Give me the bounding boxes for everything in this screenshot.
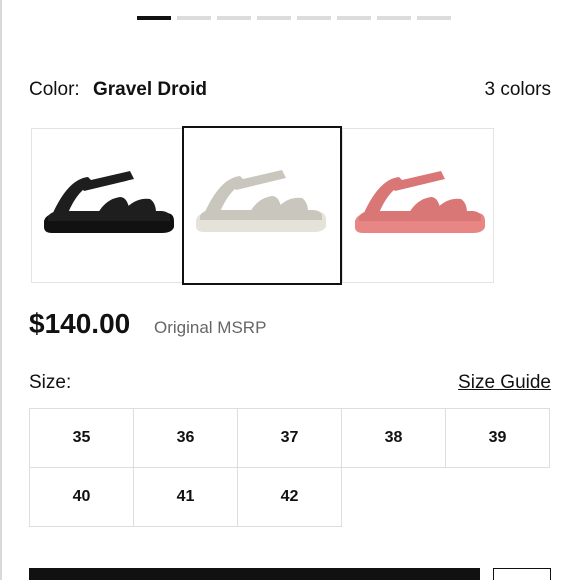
carousel-dot[interactable] xyxy=(337,16,371,20)
size-option[interactable]: 41 xyxy=(133,467,238,527)
size-guide-link[interactable]: Size Guide xyxy=(458,372,551,394)
msrp-note: Original MSRP xyxy=(154,318,267,337)
color-label: Color: xyxy=(29,79,80,100)
carousel-dot[interactable] xyxy=(417,16,451,20)
size-option[interactable]: 35 xyxy=(29,408,134,468)
wishlist-button[interactable] xyxy=(493,568,551,580)
carousel-dot[interactable] xyxy=(177,16,211,20)
size-option[interactable]: 36 xyxy=(133,408,238,468)
image-carousel-indicator xyxy=(137,16,451,20)
size-label: Size: xyxy=(29,372,72,393)
selected-color-name: Gravel Droid xyxy=(93,79,208,100)
size-option[interactable]: 40 xyxy=(29,467,134,527)
carousel-dot[interactable] xyxy=(257,16,291,20)
color-swatch-black[interactable] xyxy=(31,128,183,283)
carousel-dot[interactable] xyxy=(137,16,171,20)
color-count: 3 colors xyxy=(484,79,551,100)
sandal-image xyxy=(44,171,174,233)
size-option[interactable]: 37 xyxy=(237,408,342,468)
size-option[interactable]: 42 xyxy=(237,467,342,527)
size-option[interactable]: 38 xyxy=(341,408,446,468)
color-swatch-gravel[interactable] xyxy=(182,126,342,285)
carousel-dot[interactable] xyxy=(297,16,331,20)
sandal-image xyxy=(355,171,485,233)
color-swatch-pink[interactable] xyxy=(342,128,494,283)
color-row: Color: Gravel Droid 3 colors xyxy=(29,76,551,104)
carousel-dot[interactable] xyxy=(217,16,251,20)
carousel-dot[interactable] xyxy=(377,16,411,20)
price: $140.00 xyxy=(29,308,131,339)
size-option[interactable]: 39 xyxy=(445,408,550,468)
sandal-image xyxy=(196,170,326,232)
left-edge-divider xyxy=(0,0,2,580)
add-to-bag-button[interactable] xyxy=(29,568,480,580)
